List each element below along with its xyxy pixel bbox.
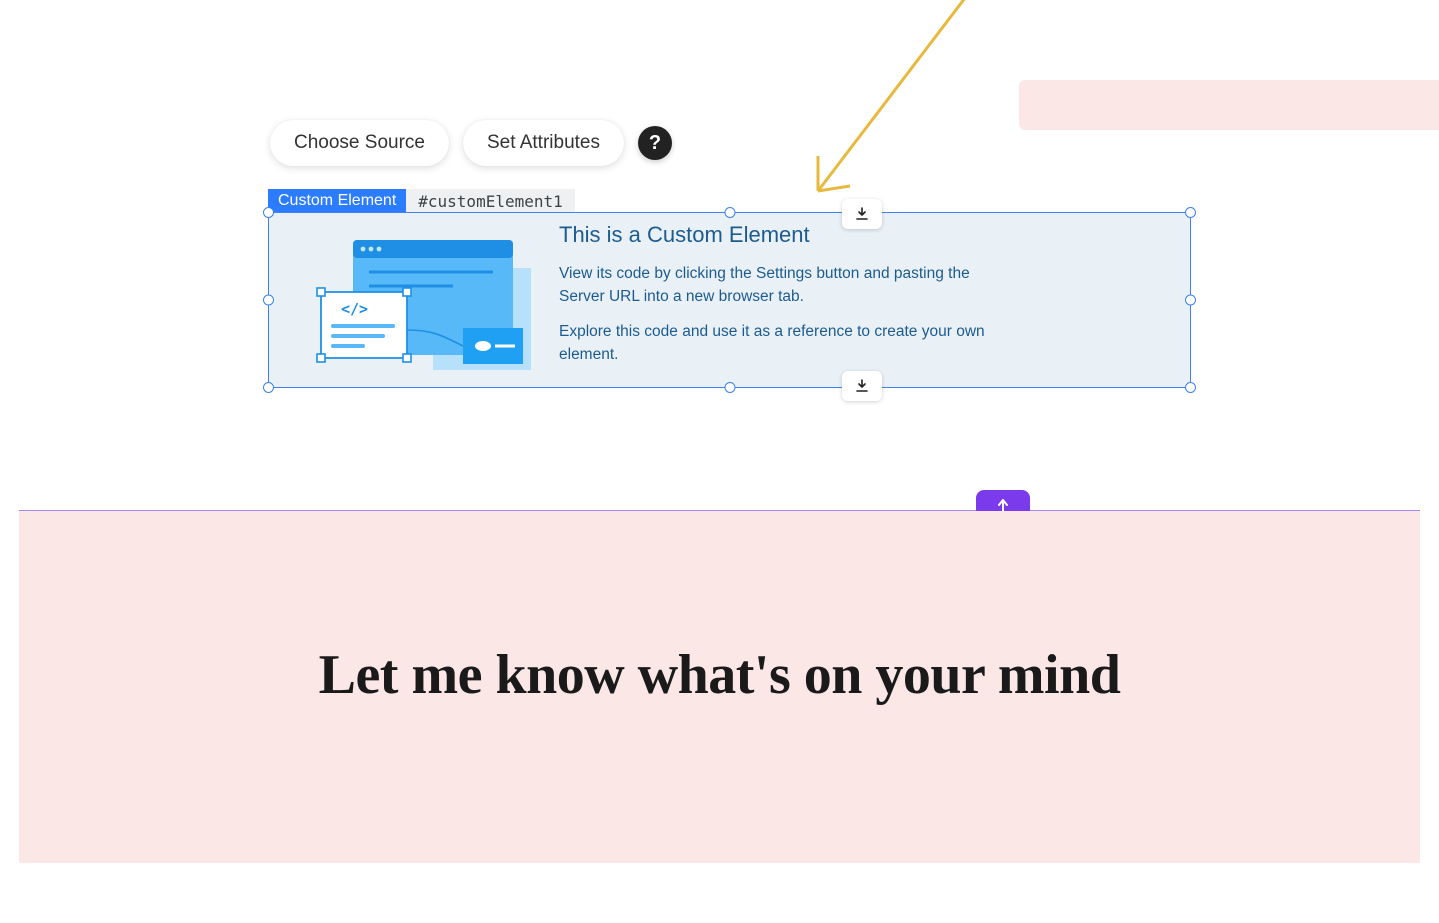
resize-handle-mt[interactable]: [724, 207, 735, 218]
annotation-arrow: [800, 0, 1000, 206]
resize-handle-br[interactable]: [1185, 382, 1196, 393]
insert-below-button[interactable]: [842, 371, 882, 401]
custom-element-content: </> This is a Custom Element View its co…: [269, 213, 1190, 387]
element-type-chip[interactable]: Custom Element: [268, 189, 406, 214]
set-attributes-button[interactable]: Set Attributes: [463, 120, 624, 166]
section-peek-top-right: [1019, 80, 1439, 130]
element-toolbar: Choose Source Set Attributes ?: [270, 120, 672, 166]
element-label-row: Custom Element #customElement1: [268, 189, 575, 214]
contact-section-heading: Let me know what's on your mind: [319, 643, 1121, 863]
custom-element-selected[interactable]: </> This is a Custom Element View its co…: [268, 212, 1191, 388]
svg-text:</>: </>: [341, 300, 368, 318]
custom-element-illustration: </>: [293, 230, 533, 370]
resize-handle-tr[interactable]: [1185, 207, 1196, 218]
contact-section[interactable]: Let me know what's on your mind: [19, 511, 1420, 863]
insert-above-button[interactable]: [842, 199, 882, 229]
resize-handle-bl[interactable]: [263, 382, 274, 393]
canvas-area[interactable]: Choose Source Set Attributes ? Custom El…: [0, 0, 1439, 510]
choose-source-button[interactable]: Choose Source: [270, 120, 449, 166]
help-icon: ?: [649, 132, 661, 155]
element-id-chip[interactable]: #customElement1: [406, 189, 575, 214]
resize-handle-tl[interactable]: [263, 207, 274, 218]
custom-element-p1: View its code by clicking the Settings b…: [559, 262, 1009, 309]
resize-handle-ml[interactable]: [263, 295, 274, 306]
custom-element-p2: Explore this code and use it as a refere…: [559, 320, 1009, 367]
resize-handle-mb[interactable]: [724, 382, 735, 393]
download-icon: [854, 378, 870, 394]
help-button[interactable]: ?: [638, 126, 672, 160]
custom-element-text: This is a Custom Element View its code b…: [559, 222, 1166, 379]
resize-handle-mr[interactable]: [1185, 295, 1196, 306]
download-icon: [854, 206, 870, 222]
